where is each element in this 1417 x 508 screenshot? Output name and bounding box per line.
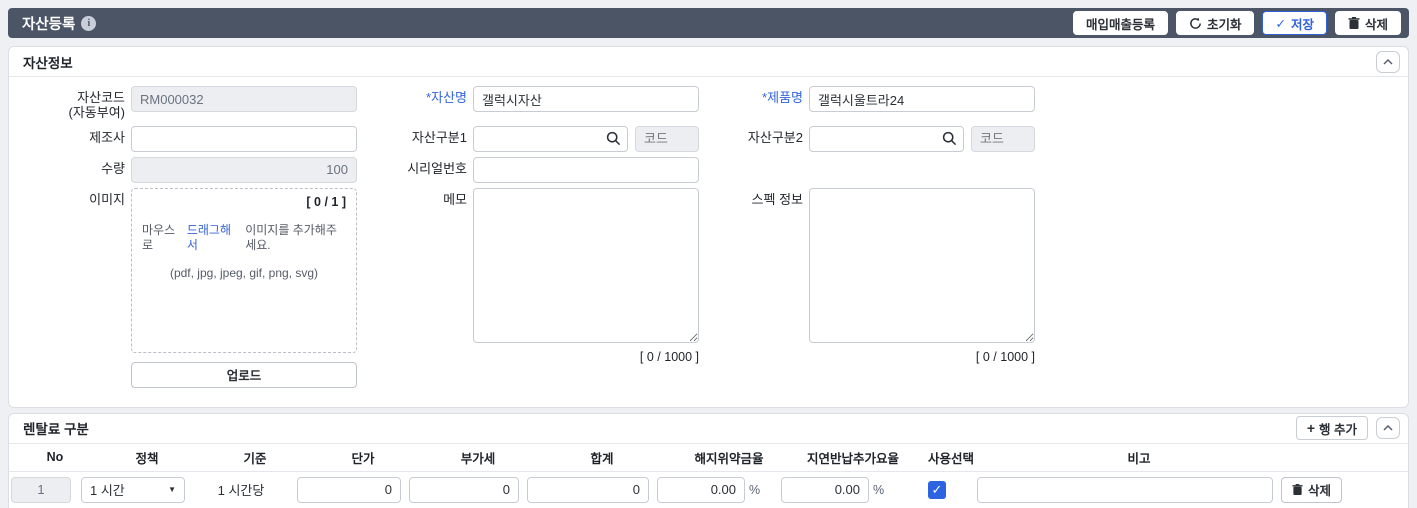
- chevron-up-icon: [1383, 425, 1393, 431]
- purchase-sales-button[interactable]: 매입매출등록: [1072, 11, 1168, 35]
- trash-icon: [1348, 16, 1360, 29]
- add-row-label: 행 추가: [1319, 422, 1357, 437]
- rental-fee-panel: 렌탈료 구분 + 행 추가 No 정책 기준 단가 부가세 합계 해지위약금율 …: [8, 412, 1409, 508]
- quantity-field: [131, 156, 357, 183]
- delete-button[interactable]: 삭제: [1334, 11, 1401, 35]
- col-unit-price: 단가: [351, 451, 375, 466]
- row-delete-button[interactable]: 삭제: [1281, 476, 1343, 503]
- serial-field[interactable]: [473, 156, 699, 183]
- image-counter: [ 0 / 1 ]: [306, 194, 346, 209]
- add-row-button[interactable]: + 행 추가: [1295, 416, 1368, 441]
- unit-price-field[interactable]: [297, 476, 401, 503]
- col-no: No: [46, 450, 64, 465]
- info-icon[interactable]: i: [81, 15, 97, 31]
- late-return-rate-field[interactable]: [781, 476, 869, 503]
- manufacturer-field[interactable]: [131, 125, 357, 152]
- header-actions: 매입매출등록 초기화 ✓ 저장 삭제: [1072, 11, 1401, 35]
- row-no-field: [11, 476, 71, 503]
- rental-table-header: No 정책 기준 단가 부가세 합계 해지위약금율 지연반납추가요율 사용선택 …: [9, 444, 1408, 472]
- reset-label: 초기화: [1206, 17, 1242, 32]
- col-late-return-rate: 지연반납추가요율: [806, 451, 899, 466]
- col-note: 비고: [1127, 451, 1151, 466]
- basis-text: 1 시간당: [217, 483, 265, 499]
- asset-code-label: 자산코드 (자동부여): [68, 90, 126, 120]
- note-field[interactable]: [977, 476, 1273, 503]
- col-basis: 기준: [243, 451, 267, 466]
- serial-label: 시리얼번호: [407, 160, 467, 176]
- asset-info-collapse-button[interactable]: [1376, 50, 1400, 73]
- rental-table-row: 1 시간 ▼ 1 시간당 % % ✓ 삭제: [9, 472, 1408, 508]
- total-field[interactable]: [527, 476, 649, 503]
- manufacturer-label: 제조사: [89, 129, 125, 145]
- image-formats-text: (pdf, jpg, jpeg, gif, png, svg): [169, 266, 319, 281]
- plus-icon: +: [1306, 420, 1316, 437]
- product-name-label: *제품명: [762, 90, 803, 105]
- refresh-icon: [1190, 17, 1201, 29]
- search-icon[interactable]: [606, 131, 621, 146]
- penalty-rate-field[interactable]: [657, 476, 745, 503]
- asset-code-field: [131, 86, 357, 112]
- vat-field[interactable]: [409, 476, 519, 503]
- reset-button[interactable]: 초기화: [1175, 11, 1255, 35]
- trash-icon: [1292, 483, 1303, 495]
- category1-code-field: [635, 125, 699, 152]
- spec-label: 스펙 정보: [751, 191, 803, 207]
- col-total: 합계: [590, 451, 614, 466]
- image-dropzone[interactable]: [ 0 / 1 ] 마우스로 드래그해서 이미지를 추가해주세요. (pdf, …: [131, 187, 357, 353]
- category2-code-field: [971, 125, 1035, 152]
- rental-fee-header: 렌탈료 구분 + 행 추가: [9, 414, 1408, 444]
- percent-sign: %: [873, 482, 885, 497]
- memo-field[interactable]: [473, 187, 699, 343]
- col-policy: 정책: [135, 451, 159, 466]
- col-vat: 부가세: [460, 451, 496, 466]
- policy-select[interactable]: 1 시간 ▼: [81, 476, 185, 503]
- drag-highlight-text: 드래그해서: [186, 222, 231, 253]
- memo-counter: [ 0 / 1000 ]: [639, 349, 699, 364]
- category2-label: 자산구분2: [747, 129, 803, 145]
- chevron-up-icon: [1383, 58, 1393, 65]
- search-icon[interactable]: [942, 131, 957, 146]
- memo-label: 메모: [443, 191, 467, 207]
- spec-field[interactable]: [809, 187, 1035, 343]
- asset-info-header: 자산정보: [9, 47, 1408, 77]
- percent-sign: %: [749, 482, 761, 497]
- page-title-text: 자산등록: [22, 16, 76, 33]
- category2-search-field[interactable]: [809, 125, 964, 152]
- save-button[interactable]: ✓ 저장: [1262, 11, 1327, 35]
- policy-selected-value: 1 시간: [90, 483, 125, 499]
- caret-down-icon: ▼: [168, 485, 176, 495]
- col-use-select: 사용선택: [927, 451, 974, 466]
- image-drag-message: 마우스로 드래그해서 이미지를 추가해주세요.: [142, 222, 337, 253]
- product-name-field[interactable]: [809, 86, 1035, 112]
- save-label: 저장: [1290, 17, 1314, 32]
- image-label: 이미지: [89, 191, 125, 207]
- page-title: 자산등록 i: [22, 13, 97, 34]
- category1-search-field[interactable]: [473, 125, 628, 152]
- rental-fee-title: 렌탈료 구분: [23, 422, 89, 438]
- spec-counter: [ 0 / 1000 ]: [975, 349, 1035, 364]
- check-icon: ✓: [1275, 16, 1286, 31]
- page-header: 자산등록 i 매입매출등록 초기화 ✓ 저장 삭제: [8, 8, 1409, 38]
- quantity-label: 수량: [101, 160, 125, 176]
- asset-name-field[interactable]: [473, 86, 699, 112]
- asset-name-label: *자산명: [426, 90, 467, 105]
- category1-label: 자산구분1: [411, 129, 467, 145]
- asset-info-title: 자산정보: [23, 55, 73, 71]
- upload-button[interactable]: 업로드: [131, 361, 357, 388]
- rental-collapse-button[interactable]: [1376, 417, 1400, 440]
- use-select-checkbox[interactable]: ✓: [928, 480, 946, 499]
- delete-label: 삭제: [1364, 17, 1388, 32]
- asset-info-panel: 자산정보 자산코드 (자동부여) *자산명 *제품명 제조사 자산구분1: [8, 46, 1409, 408]
- asset-info-body: 자산코드 (자동부여) *자산명 *제품명 제조사 자산구분1: [9, 77, 1408, 407]
- col-penalty-rate: 해지위약금율: [694, 451, 764, 466]
- row-delete-label: 삭제: [1308, 484, 1332, 499]
